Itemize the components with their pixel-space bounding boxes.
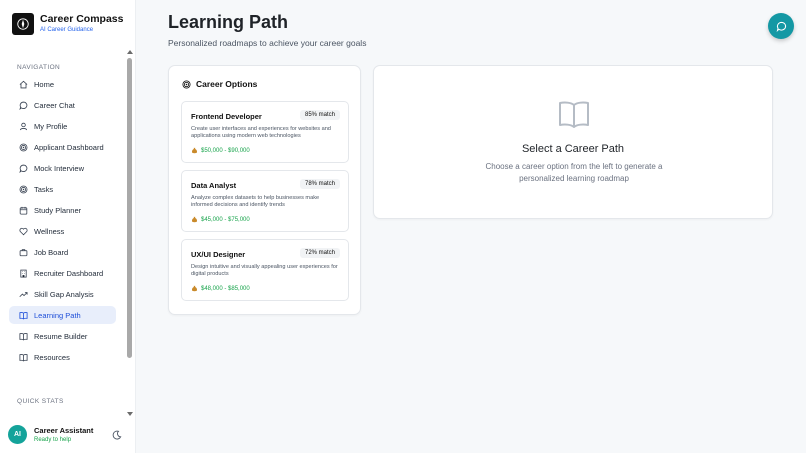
scroll-thumb[interactable]: [127, 58, 132, 358]
chat-fab-button[interactable]: [768, 13, 794, 39]
sidebar-item-label: Career Chat: [34, 100, 75, 110]
money-bag-icon: [191, 216, 198, 223]
career-description: Create user interfaces and experiences f…: [191, 126, 331, 139]
match-badge: 72% match: [299, 248, 340, 258]
page-title: Learning Path: [168, 12, 289, 32]
sidebar: Career Compass AI Career Guidance NAVIGA…: [0, 0, 136, 453]
career-options-heading: Career Options: [182, 79, 257, 89]
target-icon: [19, 185, 28, 193]
book-icon: [19, 332, 28, 340]
chat-icon: [19, 101, 28, 110]
salary-text: $45,000 - $75,000: [201, 216, 250, 223]
career-description: Design intuitive and visually appealing …: [191, 264, 338, 277]
salary-text: $50,000 - $90,000: [201, 147, 250, 154]
sidebar-item-job-board[interactable]: Job Board: [9, 243, 116, 261]
sidebar-item-label: Applicant Dashboard: [34, 142, 104, 152]
salary-range: $50,000 - $90,000: [191, 147, 250, 154]
roadmap-placeholder-card: Select a Career Path Choose a career opt…: [373, 65, 773, 219]
user-icon: [19, 122, 28, 130]
chat-icon: [19, 164, 28, 173]
brand-subtitle: AI Career Guidance: [40, 27, 94, 33]
sidebar-item-label: Resume Builder: [34, 331, 88, 341]
sidebar-item-mock-interview[interactable]: Mock Interview: [9, 159, 116, 177]
salary-range: $48,000 - $85,000: [191, 285, 250, 292]
nav-heading: NAVIGATION: [17, 64, 61, 71]
sidebar-scrollbar[interactable]: [127, 50, 133, 416]
sidebar-item-home[interactable]: Home: [9, 75, 116, 93]
compass-logo-icon: [12, 13, 34, 35]
match-badge: 78% match: [299, 179, 340, 189]
brand-title: Career Compass: [40, 13, 124, 25]
sidebar-nav: Home Career Chat My Profile Applicant Da…: [9, 75, 116, 369]
salary-text: $48,000 - $85,000: [201, 285, 250, 292]
assistant-status: Ready to help: [34, 436, 72, 443]
heart-icon: [19, 227, 28, 235]
sidebar-item-skill-gap-analysis[interactable]: Skill Gap Analysis: [9, 285, 116, 303]
sidebar-item-label: Skill Gap Analysis: [34, 289, 94, 299]
chat-icon: [776, 21, 786, 32]
sidebar-item-label: Wellness: [34, 226, 65, 236]
career-option-ux-ui-designer[interactable]: UX/UI Designer 72% match Design intuitiv…: [181, 239, 349, 301]
sidebar-item-label: Study Planner: [34, 205, 82, 215]
placeholder-description: Choose a career option from the left to …: [485, 162, 663, 183]
sidebar-item-career-chat[interactable]: Career Chat: [9, 96, 116, 114]
career-option-frontend-developer[interactable]: Frontend Developer 85% match Create user…: [181, 101, 349, 163]
building-icon: [20, 269, 27, 278]
brand[interactable]: Career Compass AI Career Guidance: [12, 13, 123, 35]
sidebar-item-label: Mock Interview: [34, 163, 85, 173]
sidebar-item-wellness[interactable]: Wellness: [9, 222, 116, 240]
career-options-title: Career Options: [196, 79, 258, 89]
quick-stats-heading: QUICK STATS: [17, 398, 64, 405]
salary-range: $45,000 - $75,000: [191, 216, 250, 223]
money-bag-icon: [191, 285, 198, 292]
career-option-data-analyst[interactable]: Data Analyst 78% match Analyze complex d…: [181, 170, 349, 232]
career-title: Frontend Developer: [191, 112, 262, 121]
sidebar-item-tasks[interactable]: Tasks: [9, 180, 116, 198]
sidebar-item-learning-path[interactable]: Learning Path: [9, 306, 116, 324]
target-icon: [19, 143, 28, 151]
moon-icon[interactable]: [112, 430, 122, 440]
career-title: UX/UI Designer: [191, 250, 246, 259]
career-description: Analyze complex datasets to help busines…: [191, 195, 320, 208]
sidebar-item-label: Job Board: [34, 247, 69, 257]
sidebar-item-label: Recruiter Dashboard: [34, 268, 104, 278]
sidebar-item-label: Tasks: [34, 184, 54, 194]
sidebar-item-label: Home: [34, 79, 55, 89]
sidebar-item-my-profile[interactable]: My Profile: [9, 117, 116, 135]
briefcase-icon: [19, 248, 28, 256]
sidebar-item-applicant-dashboard[interactable]: Applicant Dashboard: [9, 138, 116, 156]
scroll-up-arrow-icon[interactable]: [127, 50, 133, 54]
sidebar-item-label: Learning Path: [34, 310, 81, 320]
sidebar-item-recruiter-dashboard[interactable]: Recruiter Dashboard: [9, 264, 116, 282]
page-subtitle: Personalized roadmaps to achieve your ca…: [168, 38, 367, 48]
avatar: AI: [8, 425, 27, 444]
sidebar-item-label: Resources: [34, 352, 70, 362]
sidebar-item-study-planner[interactable]: Study Planner: [9, 201, 116, 219]
home-icon: [19, 80, 28, 88]
sidebar-item-resume-builder[interactable]: Resume Builder: [9, 327, 116, 345]
book-open-icon: [559, 101, 589, 128]
money-bag-icon: [191, 147, 198, 154]
scroll-down-arrow-icon[interactable]: [127, 412, 133, 416]
book-icon: [19, 311, 28, 319]
target-icon: [182, 79, 191, 89]
career-options-card: Career Options Frontend Developer 85% ma…: [168, 65, 361, 315]
placeholder-title: Select a Career Path: [521, 143, 625, 155]
sidebar-item-resources[interactable]: Resources: [9, 348, 116, 366]
book-icon: [19, 353, 28, 361]
career-assistant[interactable]: AI Career Assistant Ready to help: [8, 425, 93, 444]
match-badge: 85% match: [299, 110, 340, 120]
sidebar-item-label: My Profile: [34, 121, 68, 131]
assistant-name: Career Assistant: [34, 425, 94, 435]
trending-up-icon: [19, 291, 28, 297]
career-title: Data Analyst: [191, 181, 237, 190]
calendar-icon: [19, 206, 28, 215]
